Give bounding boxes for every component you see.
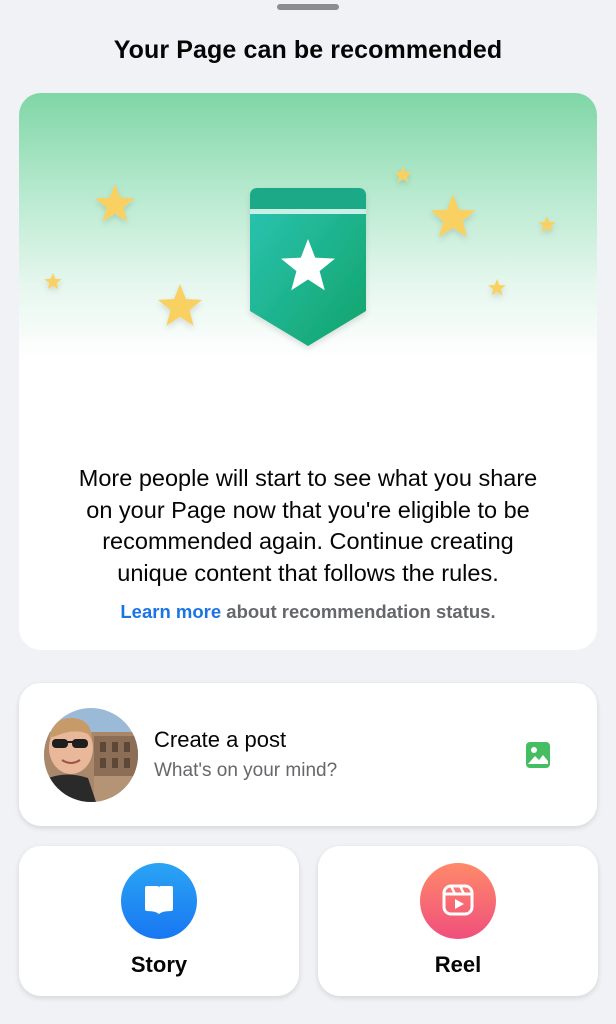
sheet-grabber-handle[interactable]	[277, 4, 339, 10]
story-label: Story	[130, 952, 188, 977]
whats-on-your-mind-prompt[interactable]: What's on your mind?	[154, 760, 337, 782]
learn-more-suffix: about recommendation status.	[221, 601, 496, 622]
recommendation-description: More people will start to see what you s…	[19, 463, 597, 589]
hero-illustration	[19, 93, 597, 463]
star-icon	[430, 194, 476, 238]
star-icon	[95, 184, 135, 222]
reel-circle	[420, 863, 496, 939]
learn-more-line: Learn more about recommendation status.	[19, 601, 597, 623]
star-icon	[157, 284, 203, 326]
star-icon	[488, 279, 506, 296]
profile-avatar[interactable]	[44, 708, 138, 802]
reel-play-icon	[442, 884, 474, 916]
create-post-title: Create a post	[154, 727, 287, 752]
bottom-sheet: Your Page can be recommended More people…	[0, 0, 616, 1024]
description-line: recommended again. Continue creating	[102, 528, 514, 554]
reel-label: Reel	[434, 952, 482, 977]
description-line: unique content that follows the rules.	[117, 559, 499, 586]
story-circle	[121, 863, 197, 939]
sheet-title: Your Page can be recommended	[113, 36, 503, 64]
star-icon	[394, 166, 412, 183]
create-post-card[interactable]: Create a post What's on your mind?	[19, 683, 597, 826]
description-line: on your Page now that you're eligible to…	[86, 496, 530, 523]
photo-icon[interactable]	[524, 741, 552, 769]
recommendation-status-card: More people will start to see what you s…	[19, 93, 597, 650]
book-icon	[145, 886, 173, 914]
star-icon	[44, 273, 62, 290]
description-line: More people will start to see what you s…	[78, 465, 538, 491]
learn-more-link[interactable]: Learn more	[120, 601, 221, 622]
star-icon	[538, 216, 556, 233]
reel-button[interactable]: Reel	[318, 846, 598, 996]
recommendation-badge-icon	[250, 188, 366, 346]
story-button[interactable]: Story	[19, 846, 299, 996]
